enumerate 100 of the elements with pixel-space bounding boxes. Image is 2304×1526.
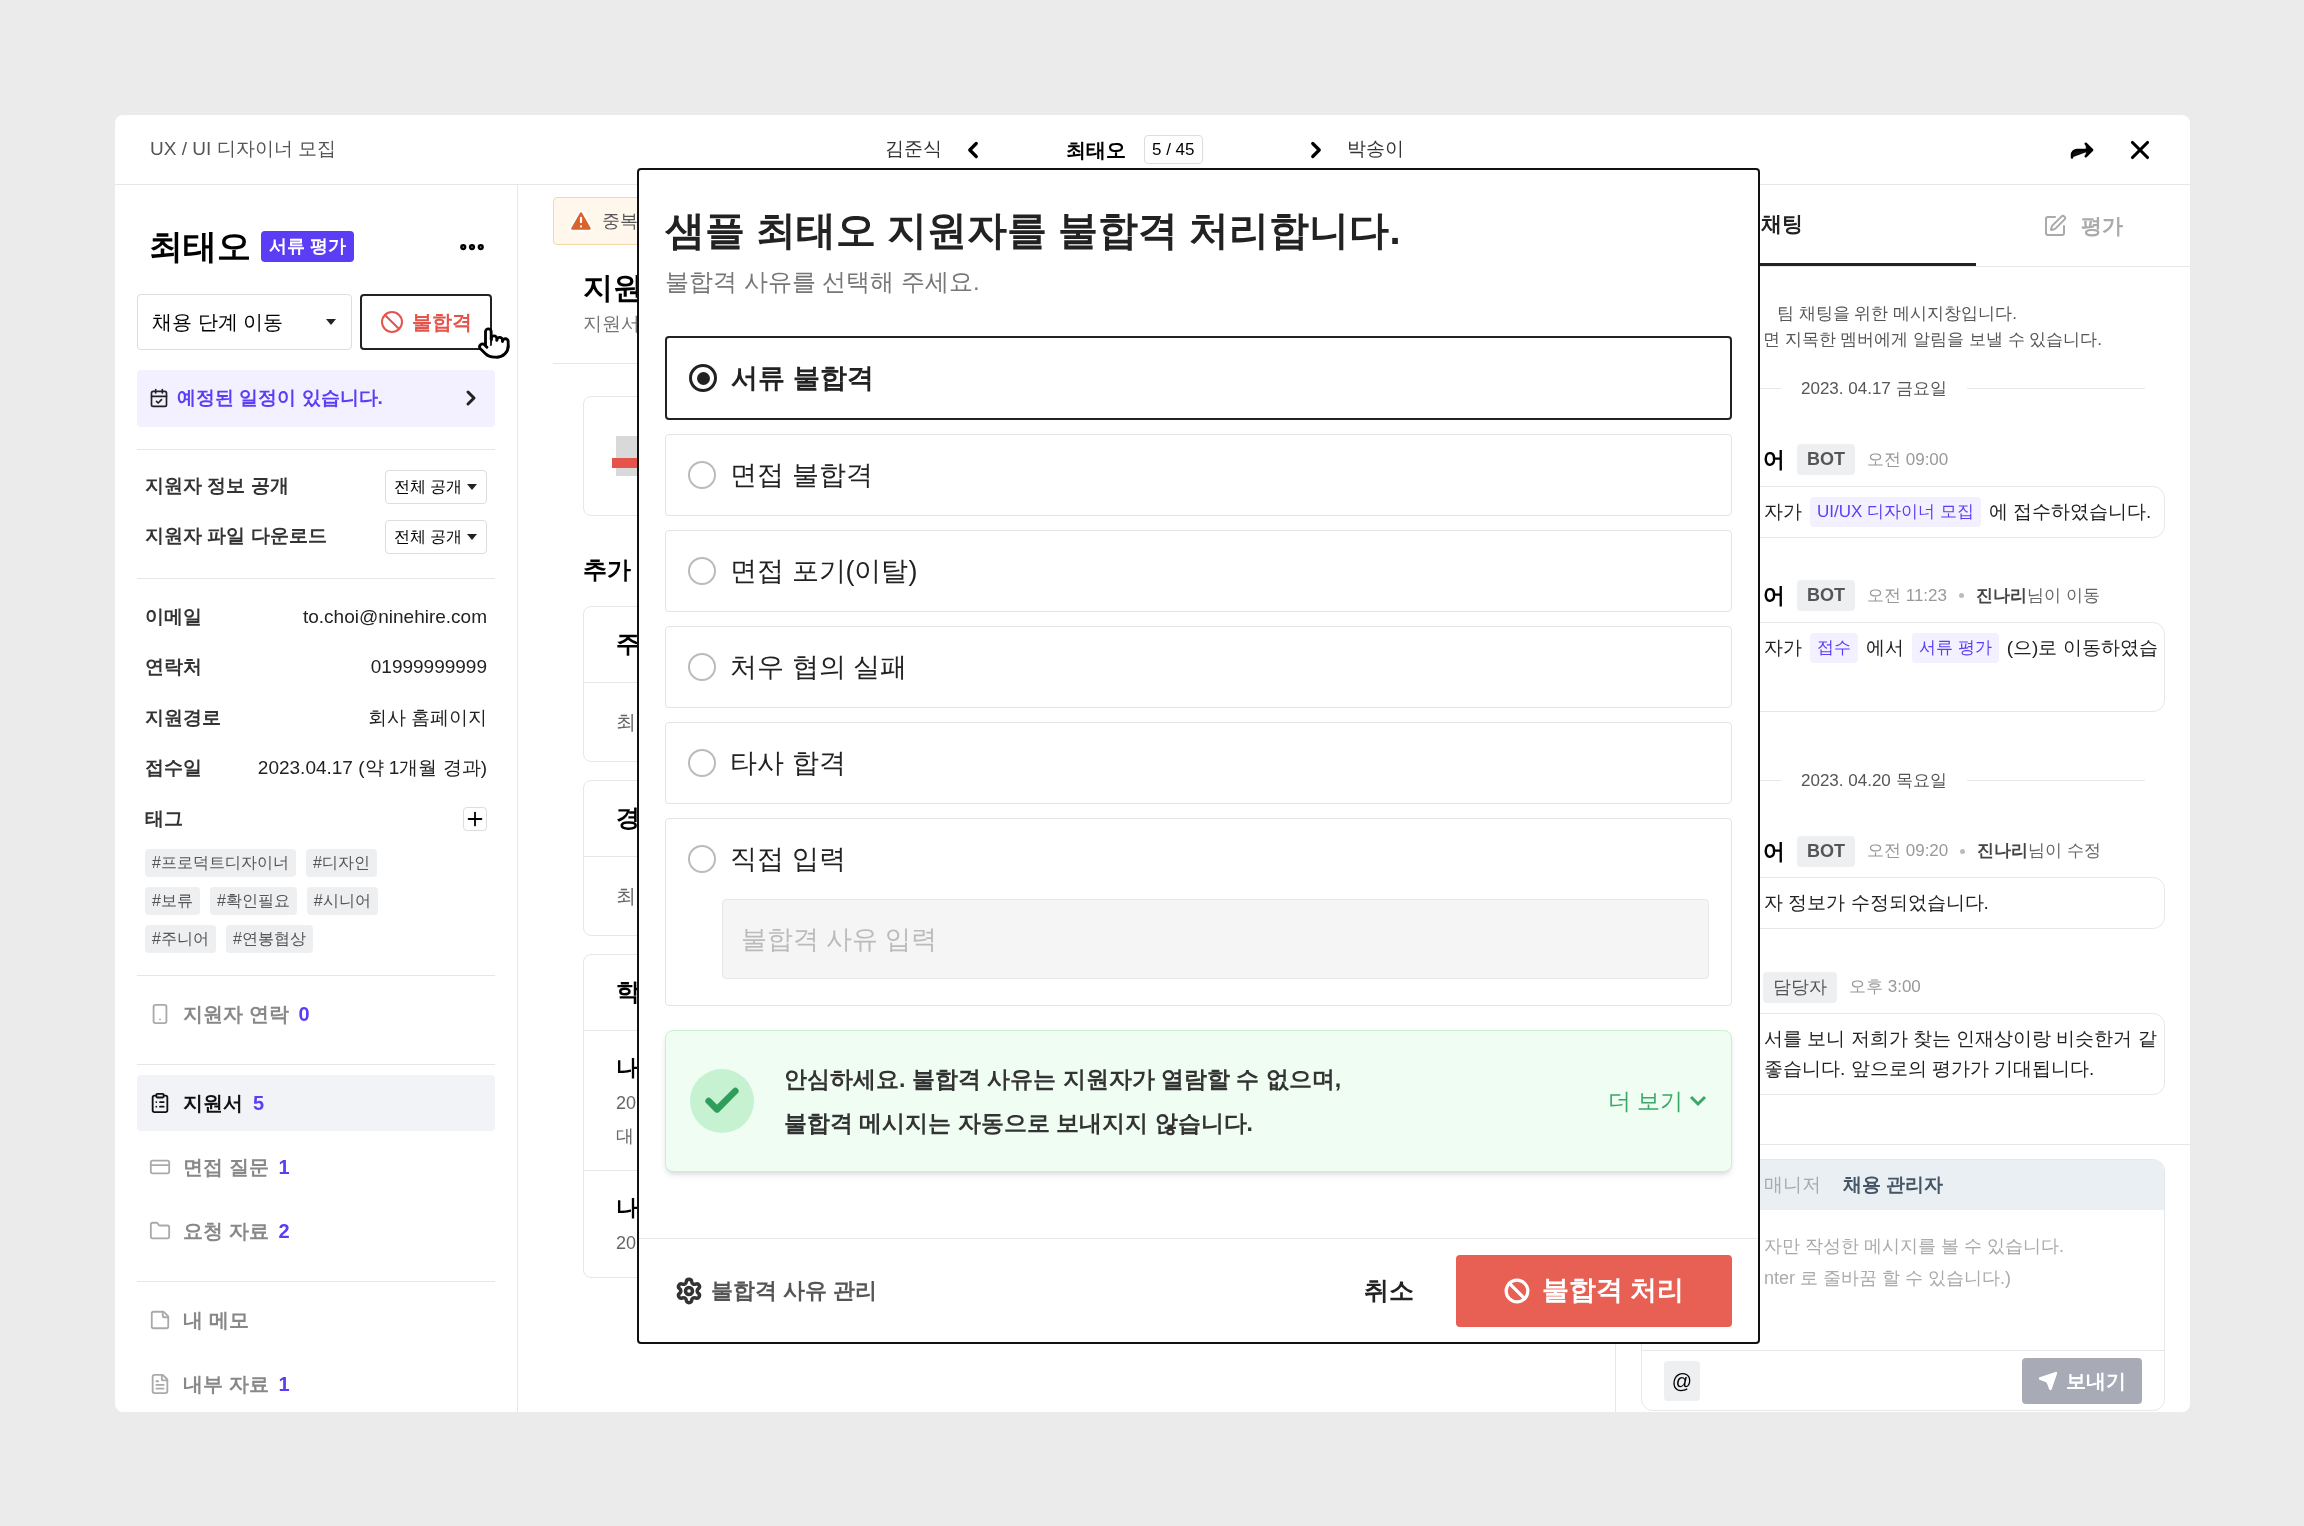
sender-badge: BOT <box>1797 835 1855 867</box>
info-value: 01999999999 <box>370 655 487 679</box>
message-time: 오후 3:00 <box>1849 976 1921 999</box>
current-candidate: 최태오 <box>1066 137 1126 163</box>
clipboard-icon <box>149 1092 171 1114</box>
chevron-down-icon <box>1689 1095 1707 1107</box>
stage-select[interactable]: 채용 단계 이동 <box>137 294 352 350</box>
radio-button[interactable] <box>688 845 716 873</box>
dropdown-caret-icon <box>325 318 337 326</box>
entry-text: 대 <box>616 1124 634 1148</box>
tag-chip: #디자인 <box>305 849 377 877</box>
ban-icon <box>1503 1277 1530 1304</box>
message-actor: 진나리 <box>1976 584 2027 607</box>
setting-label: 지원자 정보 공개 <box>145 474 289 499</box>
message-time: 오전 11:23 <box>1867 584 1947 607</box>
warning-text: 중복 <box>602 209 638 233</box>
recipient-tab[interactable]: 채용 관리자 <box>1843 1170 1944 1200</box>
sender-badge: BOT <box>1797 444 1855 475</box>
message-action: 님이 이동 <box>2027 584 2100 607</box>
section-title: 추가 <box>583 554 631 585</box>
dropdown-caret-icon <box>466 482 478 491</box>
manage-reasons-link[interactable]: 불합격 사유 관리 <box>675 1274 878 1307</box>
date-divider: 2023. 04.17 금요일 <box>1801 378 1947 400</box>
message-text: 자가 <box>1764 635 1802 660</box>
card-heading: 주 <box>616 629 640 659</box>
entry-text: 20 <box>616 1091 637 1115</box>
radio-button[interactable] <box>689 364 717 392</box>
reason-option[interactable]: 면접 불합격 <box>665 434 1732 516</box>
card-text: 최 <box>616 884 636 907</box>
message-tag[interactable]: 접수 <box>1810 632 1858 663</box>
radio-button[interactable] <box>688 749 716 777</box>
chat-intro: 면 지목한 멤버에게 알림을 보낼 수 있습니다. <box>1763 328 2104 351</box>
radio-button[interactable] <box>688 557 716 585</box>
reason-label: 직접 입력 <box>730 842 846 876</box>
section-subtitle: 지원서 <box>583 312 640 336</box>
setting-label: 지원자 파일 다운로드 <box>145 524 327 549</box>
message-time: 오전 09:20 <box>1867 840 1949 863</box>
reason-label: 면접 불합격 <box>730 458 873 492</box>
previous-candidate[interactable]: 김준식 <box>885 135 942 164</box>
sender-name: 어 <box>1763 446 1785 474</box>
message-text: 서를 보니 저희가 찾는 인재상이랑 비슷한거 같 좋습니다. 앞으로의 평가가 기대됩니다. <box>1764 1027 2157 1081</box>
nav-item[interactable]: 요청 자료 2 <box>137 1203 495 1259</box>
reason-label: 서류 불합격 <box>731 361 874 395</box>
radio-button[interactable] <box>688 653 716 681</box>
entry-title: 나 <box>616 1053 638 1082</box>
document-icon <box>149 1373 171 1395</box>
next-candidate[interactable]: 박송이 <box>1346 135 1404 164</box>
reason-option[interactable]: 처우 협의 실패 <box>665 626 1732 708</box>
card-heading: 학 <box>616 977 640 1007</box>
reason-label: 면접 포기(이탈) <box>730 554 918 588</box>
reason-option[interactable]: 서류 불합격 <box>665 336 1732 420</box>
position-counter: 5 / 45 <box>1144 134 1203 165</box>
tag-chip: #확인필요 <box>209 887 297 915</box>
card-text: 최 <box>616 710 636 733</box>
settings-icon <box>675 1276 703 1305</box>
nav-item[interactable]: 지원서 5 <box>137 1075 495 1131</box>
reason-input[interactable]: 불합격 사유 입력 <box>722 899 1709 979</box>
ban-icon <box>380 310 404 334</box>
tags-label: 태그 <box>145 806 183 831</box>
message-text: (으)로 이동하였습 <box>2006 635 2158 660</box>
nav-item[interactable]: 면접 질문 1 <box>137 1139 495 1195</box>
tag-chip: #시니어 <box>306 887 378 915</box>
dialog-title: 샘플 최태오 지원자를 불합격 처리합니다. <box>665 207 1402 254</box>
visibility-select[interactable]: 전체 공개 <box>385 469 487 504</box>
reason-option[interactable]: 면접 포기(이탈) <box>665 530 1732 612</box>
info-value: 회사 홈페이지 <box>367 705 487 730</box>
visibility-select[interactable]: 전체 공개 <box>385 519 487 554</box>
nav-item[interactable]: 지원자 연락 0 <box>137 986 495 1042</box>
hand-cursor-icon <box>477 326 511 360</box>
schedule-notice[interactable]: 예정된 일정이 있습니다. <box>137 370 495 427</box>
message-text: 자 정보가 수정되었습니다. <box>1764 891 1989 915</box>
message-action: 님이 수정 <box>2028 840 2101 863</box>
reject-button[interactable]: 불합격 <box>360 294 492 350</box>
add-icon[interactable] <box>463 806 487 831</box>
tag-chip: #보류 <box>145 887 200 915</box>
dialog-subtitle: 불합격 사유를 선택해 주세요. <box>665 267 981 297</box>
entry-text: 20 <box>616 1231 637 1255</box>
reason-option[interactable]: 타사 합격 <box>665 722 1732 804</box>
cancel-button[interactable]: 취소 <box>1348 1271 1430 1310</box>
stage-badge: 서류 평가 <box>261 231 354 262</box>
mention-button[interactable]: @ <box>1664 1360 1700 1401</box>
date-divider: 2023. 04.20 목요일 <box>1801 769 1947 792</box>
info-label: 지원경로 <box>145 705 221 730</box>
calendar-icon <box>149 388 169 409</box>
breadcrumb[interactable]: UX / UI 디자이너 모집 <box>150 135 336 164</box>
edit-icon <box>2042 213 2067 238</box>
folder-icon <box>149 1220 171 1242</box>
message-tag[interactable]: 서류 평가 <box>1912 632 1999 663</box>
nav-item[interactable]: 내부 자료 1 <box>137 1356 495 1412</box>
nav-item[interactable]: 내 메모 <box>137 1292 495 1348</box>
reason-option[interactable]: 직접 입력 불합격 사유 입력 <box>665 818 1732 1006</box>
tag-chip: #주니어 <box>145 925 216 953</box>
radio-button[interactable] <box>688 461 716 489</box>
candidate-name: 최태오 <box>149 226 251 267</box>
chat-intro: 팀 채팅을 위한 메시지창입니다. <box>1776 303 2018 325</box>
sender-badge: 담당자 <box>1763 971 1837 1003</box>
message-tag[interactable]: UI/UX 디자이너 모집 <box>1810 496 1981 527</box>
dropdown-caret-icon <box>466 532 478 541</box>
send-icon <box>2038 1370 2058 1391</box>
notice-text: 안심하세요. 불합격 사유는 지원자가 열람할 수 없으며, 불합격 메시지는 자동으로 보내지지 않습니다. <box>784 1065 1342 1138</box>
